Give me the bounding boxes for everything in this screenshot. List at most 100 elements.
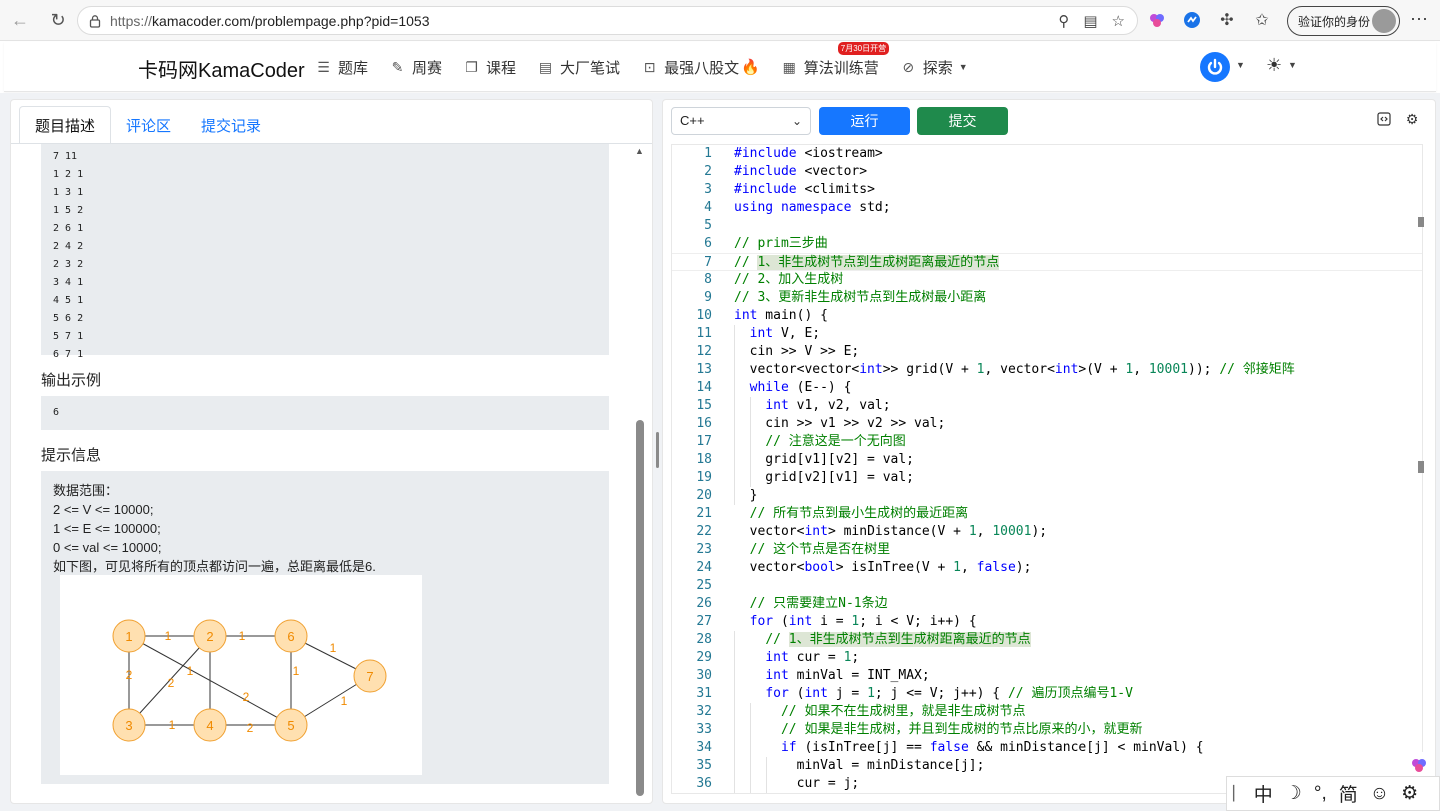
code-line[interactable]: 29 int cur = 1;	[672, 649, 1422, 667]
line-number: 5	[704, 218, 712, 233]
scroll-up-icon[interactable]: ▲	[635, 146, 644, 156]
brain-float-icon[interactable]	[1404, 752, 1434, 778]
code-line[interactable]: 10 int main() {	[672, 307, 1422, 325]
code-line[interactable]: 13 vector<vector<int>> grid(V + 1, vecto…	[672, 361, 1422, 379]
site-brand[interactable]: 卡码网KamaCoder	[138, 54, 305, 83]
theme-sun-icon[interactable]: ☀	[1266, 55, 1282, 76]
extensions-puzzle-icon[interactable]: ✣	[1215, 8, 1239, 32]
code-line[interactable]: 32 // 如果不在生成树里，就是非生成树节点	[672, 703, 1422, 721]
code-text: // 2、加入生成树	[734, 272, 844, 287]
line-number: 26	[696, 596, 712, 611]
code-line[interactable]: 31 for (int j = 1; j <= V; j++) { // 遍历顶…	[672, 685, 1422, 703]
code-line[interactable]: 21 // 所有节点到最小生成树的最近距离	[672, 505, 1422, 523]
nav-problems[interactable]: ☰ 题库	[316, 57, 368, 78]
code-line[interactable]: 4 using namespace std;	[672, 199, 1422, 217]
favorites-icon[interactable]: ✩	[1250, 8, 1274, 32]
code-text: grid[v1][v2] = val;	[734, 452, 915, 467]
code-text: using namespace std;	[734, 200, 891, 215]
code-text: minVal = minDistance[j];	[734, 758, 985, 773]
chevron-down-icon[interactable]: ▼	[1288, 60, 1297, 70]
power-icon[interactable]	[1200, 52, 1230, 82]
ime-handle[interactable]: ▏	[1233, 785, 1244, 802]
left-scrollbar[interactable]: ▲	[634, 144, 646, 803]
code-line[interactable]: 12 cin >> V >> E;	[672, 343, 1422, 361]
ime-settings-icon[interactable]: ⚙	[1401, 782, 1418, 805]
edge-label: 1	[165, 629, 172, 643]
language-select[interactable]: C++ ⌄	[671, 107, 811, 135]
ime-moon-icon[interactable]: ☽	[1285, 782, 1302, 805]
nav-training-camp[interactable]: ▦ 算法训练营 7月30日开营	[782, 41, 890, 78]
panel-resize-handle[interactable]	[656, 432, 659, 468]
tab-comments[interactable]: 评论区	[111, 106, 186, 144]
ime-emoji-icon[interactable]: ☺	[1370, 783, 1389, 805]
tab-description[interactable]: 题目描述	[19, 106, 112, 144]
code-line[interactable]: 8 // 2、加入生成树	[672, 271, 1422, 289]
line-number: 9	[704, 290, 712, 305]
code-line[interactable]: 28 // 1、非生成树节点到生成树距离最近的节点	[672, 631, 1422, 649]
code-line[interactable]: 5	[672, 217, 1422, 235]
code-line[interactable]: 35 minVal = minDistance[j];	[672, 757, 1422, 775]
code-line[interactable]: 34 if (isInTree[j] == false && minDistan…	[672, 739, 1422, 757]
zoom-icon[interactable]: ⚲	[1058, 12, 1069, 30]
code-line[interactable]: 22 vector<int> minDistance(V + 1, 10001)…	[672, 523, 1422, 541]
settings-gear-icon[interactable]: ⚙	[1403, 110, 1421, 128]
ime-simplified-toggle[interactable]: 简	[1339, 780, 1358, 807]
code-line[interactable]: 33 // 如果是非生成树，并且到生成树的节点比原来的小，就更新	[672, 721, 1422, 739]
scrollbar-thumb[interactable]	[636, 420, 644, 796]
code-line[interactable]: 9 // 3、更新非生成树节点到生成树最小距离	[672, 289, 1422, 307]
favorite-star-icon[interactable]: ☆	[1112, 12, 1125, 30]
code-line[interactable]: 1 #include <iostream>	[672, 145, 1422, 163]
nav-interview-notes[interactable]: ⊡ 最强八股文 🔥	[642, 57, 760, 78]
back-arrow-icon[interactable]: ←	[6, 6, 34, 34]
run-button[interactable]: 运行	[819, 107, 910, 135]
hint-line: 1 <= E <= 100000;	[53, 521, 161, 536]
code-line[interactable]: 6 // prim三步曲	[672, 235, 1422, 253]
code-line[interactable]: 17 // 注意这是一个无向图	[672, 433, 1422, 451]
code-line[interactable]: 11 int V, E;	[672, 325, 1422, 343]
nav-written-tests[interactable]: ▤ 大厂笔试	[538, 57, 620, 78]
line-number: 27	[696, 614, 712, 629]
graph-node: 5	[287, 718, 294, 733]
ime-punctuation-toggle[interactable]: °,	[1314, 783, 1327, 805]
code-line[interactable]: 7 // 1、非生成树节点到生成树距离最近的节点	[672, 253, 1422, 271]
more-options-icon[interactable]: ···	[1410, 8, 1428, 29]
code-line[interactable]: 15 int v1, v2, val;	[672, 397, 1422, 415]
code-line[interactable]: 16 cin >> v1 >> v2 >> val;	[672, 415, 1422, 433]
reader-icon[interactable]: ▤	[1083, 12, 1097, 30]
code-line[interactable]: 2 #include <vector>	[672, 163, 1422, 181]
address-bar[interactable]: https://kamacoder.com/problempage.php?pi…	[77, 6, 1138, 35]
code-line[interactable]: 23 // 这个节点是否在树里	[672, 541, 1422, 559]
pencil-icon: ✎	[391, 58, 404, 75]
line-number: 33	[696, 722, 712, 737]
code-line[interactable]: 18 grid[v1][v2] = val;	[672, 451, 1422, 469]
sample-input-block: 7 11 1 2 1 1 3 1 1 5 2 2 6 1 2 4 2 2 3 2 3 4 1 4…	[41, 144, 609, 360]
code-line[interactable]: 30 int minVal = INT_MAX;	[672, 667, 1422, 685]
nav-weekly-contest[interactable]: ✎ 周赛	[390, 57, 442, 78]
submit-button[interactable]: 提交	[917, 107, 1008, 135]
code-line[interactable]: 3 #include <climits>	[672, 181, 1422, 199]
code-format-icon[interactable]	[1375, 110, 1393, 128]
chevron-down-icon[interactable]: ▼	[1236, 60, 1245, 70]
indent-guide	[750, 703, 751, 793]
reload-icon[interactable]: ↻	[44, 6, 72, 34]
copy-icon: ❐	[465, 58, 478, 75]
code-line[interactable]: 27 for (int i = 1; i < V; i++) {	[672, 613, 1422, 631]
problem-panel: 题目描述 评论区 提交记录 7 11 1 2 11 3 11 5 22 6 12 …	[10, 99, 653, 804]
code-editor[interactable]: 1 #include <iostream> 2 #include <vector> 3 #…	[671, 144, 1424, 794]
bird-extension-icon[interactable]	[1180, 8, 1204, 32]
tab-submissions[interactable]: 提交记录	[186, 106, 276, 144]
nav-explore[interactable]: ⊘ 探索 ▼	[901, 57, 967, 78]
profile-button[interactable]: 验证你的身份	[1287, 6, 1400, 36]
code-line[interactable]: 19 grid[v2][v1] = val;	[672, 469, 1422, 487]
edge-label: 1	[187, 664, 194, 678]
brain-extension-icon[interactable]	[1145, 8, 1169, 32]
code-line[interactable]: 24 vector<bool> isInTree(V + 1, false);	[672, 559, 1422, 577]
nav-courses[interactable]: ❐ 课程	[464, 57, 516, 78]
line-number: 20	[696, 488, 712, 503]
code-line[interactable]: 25	[672, 577, 1422, 595]
ime-chinese-toggle[interactable]: 中	[1254, 780, 1273, 807]
code-line[interactable]: 14 while (E--) {	[672, 379, 1422, 397]
code-line[interactable]: 26 // 只需要建立N-1条边	[672, 595, 1422, 613]
code-line[interactable]: 20 }	[672, 487, 1422, 505]
problem-content[interactable]: 7 11 1 2 11 3 11 5 22 6 12 4 22 3 23 4 14…	[11, 144, 652, 803]
